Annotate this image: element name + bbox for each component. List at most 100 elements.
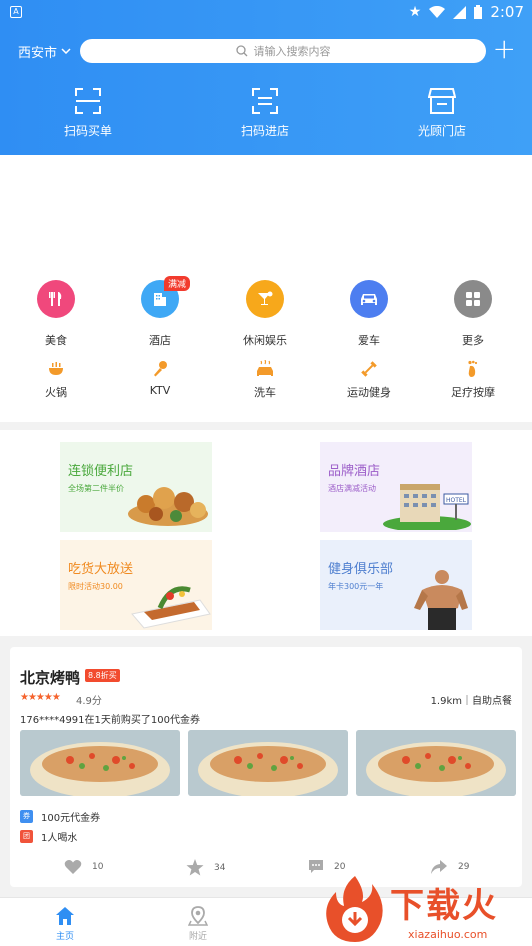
quick-scan-pay[interactable]: 扫码买单 [64, 88, 112, 139]
category-label: 更多 [462, 334, 484, 347]
car-wash-icon [257, 360, 273, 376]
shop-photo[interactable] [188, 730, 348, 796]
car-icon [350, 280, 388, 318]
quick-label: 扫码买单 [64, 124, 113, 138]
foot-icon [468, 360, 478, 377]
discount-tag: 8.8折买 [85, 669, 120, 682]
top-bar: 西安市 请输入搜索内容 + [0, 34, 532, 64]
watermark-url: xiazaihuo.com [408, 928, 488, 941]
quick-scan-store[interactable]: 扫码进店 [241, 88, 289, 139]
home-icon [56, 907, 74, 925]
watermark-text: 下载火 [390, 886, 498, 926]
rating-stars: ★★★★★ [20, 692, 61, 703]
battery-icon [474, 5, 483, 19]
athlete-image [414, 570, 468, 630]
category-label: 酒店 [149, 334, 171, 347]
notification-icon: A [10, 6, 22, 18]
like-count: 10 [92, 862, 104, 872]
voucher-icon: 券 [20, 810, 33, 823]
cocktail-icon [246, 280, 284, 318]
quick-visit-store[interactable]: 光顾门店 [418, 88, 466, 139]
search-icon [235, 45, 247, 57]
promo-card-fitness[interactable]: 健身俱乐部 年卡300元一年 [320, 540, 472, 630]
status-icons: ★ 2:07 [409, 3, 524, 21]
city-selector[interactable]: 西安市 [18, 42, 78, 61]
deal-text: 1人喝水 [41, 833, 78, 844]
purchase-notice: 176****4991在1天前购买了100代金券 [20, 715, 200, 726]
promo-card-convenience[interactable]: 连锁便利店 全场第二件半价 [60, 442, 212, 532]
nav-home[interactable]: 主页 [55, 906, 75, 942]
distance-info: 1.9km｜自助点餐 [430, 696, 512, 707]
snacks-image [128, 487, 208, 526]
hotel-image: HOTEL [383, 484, 471, 530]
rating-score: 4.9分 [76, 696, 102, 707]
search-input[interactable]: 请输入搜索内容 [80, 39, 486, 63]
dumbbell-icon [361, 361, 377, 377]
subcategory-label: 运动健身 [347, 386, 391, 399]
shop-card[interactable]: 北京烤鸭 8.8折买 ★★★★★ 4.9分 1.9km｜自助点餐 176****… [10, 647, 522, 887]
nav-label: 附近 [188, 932, 207, 942]
share-count: 29 [458, 862, 470, 872]
subcategory-label: 洗车 [254, 386, 276, 399]
city-label: 西安市 [18, 45, 58, 61]
favorite-count: 34 [214, 862, 226, 873]
category-label: 美食 [45, 334, 67, 347]
add-icon[interactable]: + [493, 34, 516, 64]
category-grid: 美食 满减 酒店 休闲娱乐 爱车 更多 火锅 KTV 洗车 运动健身 足疗按摩 [0, 260, 532, 422]
grid-icon [454, 280, 492, 318]
category-car[interactable]: 爱车 [329, 280, 409, 348]
shop-name: 北京烤鸭 [20, 669, 81, 687]
group-icon: 团 [20, 830, 33, 843]
deal-group[interactable]: 团 1人喝水 [20, 829, 77, 844]
discount-badge: 满减 [164, 276, 191, 291]
search-placeholder: 请输入搜索内容 [253, 45, 331, 58]
heart-icon [64, 860, 82, 874]
category-food[interactable]: 美食 [16, 280, 96, 348]
shop-photo[interactable] [356, 730, 516, 796]
nav-label: 主页 [55, 932, 74, 942]
subcategory-carwash[interactable]: 洗车 [225, 360, 305, 400]
watermark: 下载火 xiazaihuo.com [312, 872, 532, 946]
favorite-button[interactable]: 34 [186, 859, 225, 876]
microphone-icon [154, 361, 167, 377]
flame-logo [326, 876, 383, 942]
subcategory-massage[interactable]: 足疗按摩 [433, 360, 513, 400]
scan-icon [75, 88, 101, 114]
star-icon [186, 859, 204, 876]
promo-title: 品牌酒店 [328, 464, 381, 479]
chevron-down-icon [61, 48, 71, 54]
category-more[interactable]: 更多 [433, 280, 513, 348]
banner-area [0, 155, 532, 260]
quick-label: 扫码进店 [241, 124, 290, 138]
subcategory-ktv[interactable]: KTV [120, 360, 200, 397]
wifi-icon [429, 6, 446, 18]
nav-nearby[interactable]: 附近 [188, 906, 208, 942]
store-icon [428, 88, 456, 114]
promo-card-food[interactable]: 吃货大放送 限时活动30.00 [60, 540, 212, 630]
subcategory-label: 足疗按摩 [451, 386, 495, 399]
subcategory-hotpot[interactable]: 火锅 [16, 360, 96, 400]
promo-section: 连锁便利店 全场第二件半价 品牌酒店 酒店满减活动 HOTEL 吃货大放送 限时… [0, 430, 532, 636]
category-label: 休闲娱乐 [243, 334, 287, 347]
star-status-icon: ★ [408, 4, 422, 20]
category-label: 爱车 [358, 334, 380, 347]
svg-text:HOTEL: HOTEL [446, 497, 467, 504]
subcategory-label: KTV [149, 384, 171, 397]
subcategory-label: 火锅 [45, 386, 67, 399]
comment-count: 20 [334, 862, 346, 872]
signal-icon [453, 5, 467, 19]
promo-title: 连锁便利店 [68, 464, 134, 479]
subcategory-fitness[interactable]: 运动健身 [329, 360, 409, 400]
status-bar: A ★ 2:07 [0, 0, 532, 24]
hotpot-icon [49, 362, 63, 375]
shop-photos [20, 730, 516, 796]
category-hotel[interactable]: 满减 酒店 [120, 276, 200, 348]
category-leisure[interactable]: 休闲娱乐 [225, 280, 305, 348]
clock: 2:07 [490, 3, 524, 21]
promo-card-hotel[interactable]: 品牌酒店 酒店满减活动 HOTEL [320, 442, 472, 532]
deal-voucher[interactable]: 券 100元代金券 [20, 809, 100, 824]
like-button[interactable]: 10 [64, 859, 103, 875]
shop-photo[interactable] [20, 730, 180, 796]
quick-label: 光顾门店 [418, 124, 467, 138]
deal-text: 100元代金券 [41, 813, 101, 824]
